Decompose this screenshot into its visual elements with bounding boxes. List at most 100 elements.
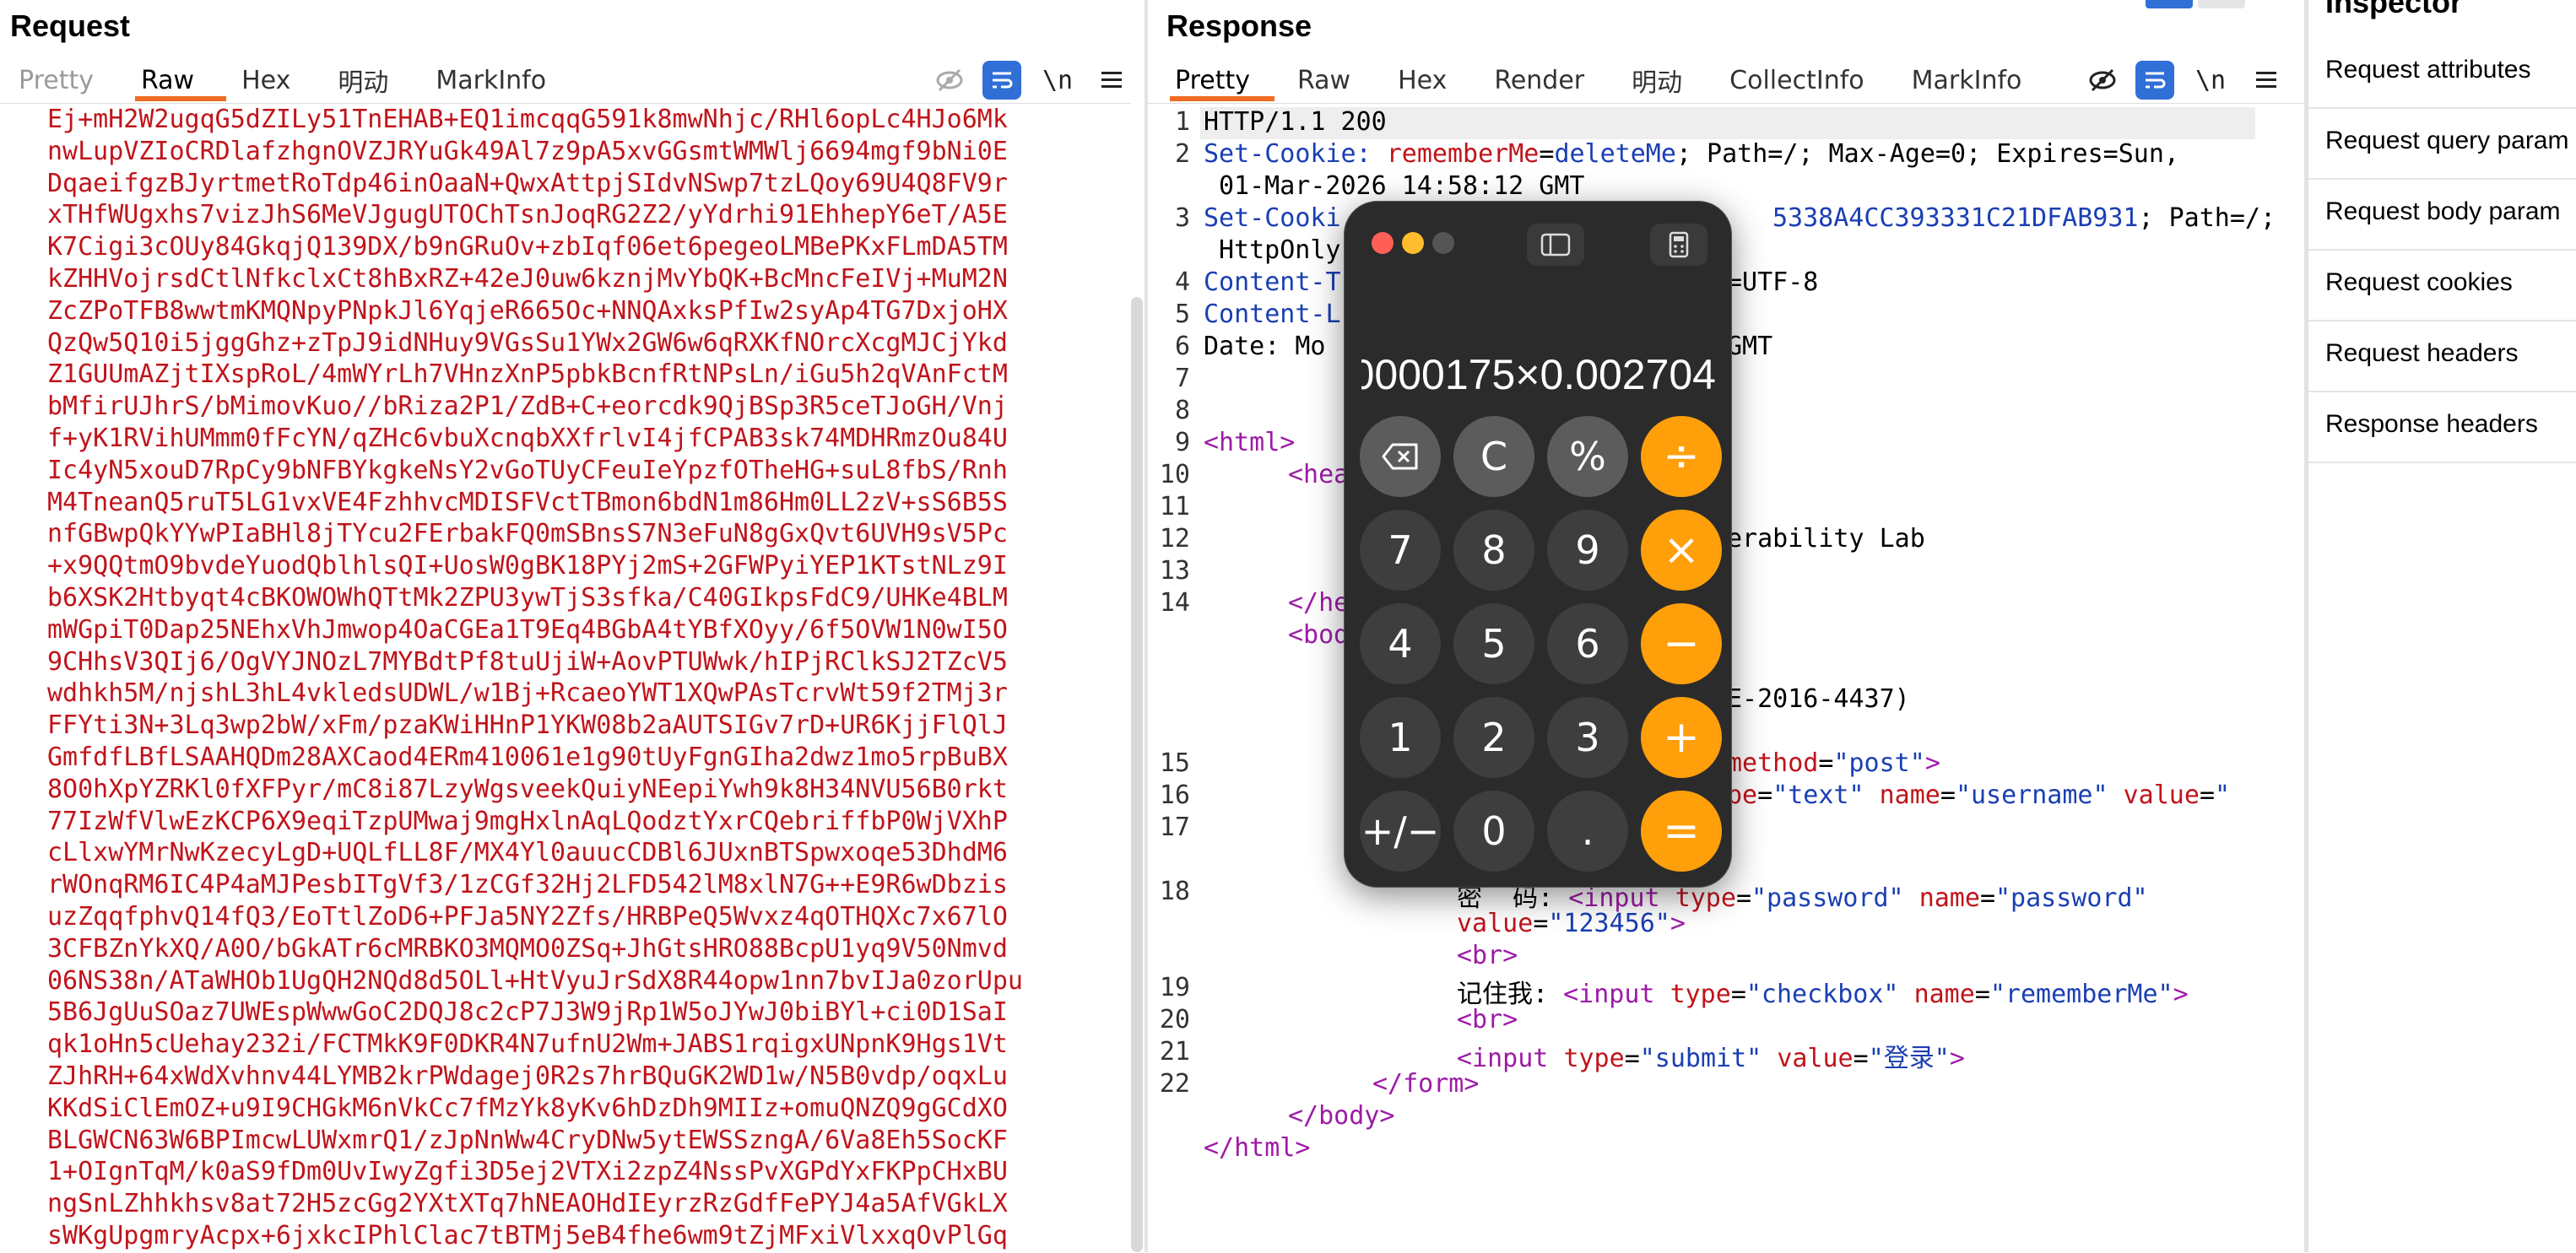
clear-key[interactable]: C	[1453, 416, 1534, 497]
hide-icon[interactable]	[2083, 61, 2122, 100]
request-active-tab-indicator	[135, 96, 226, 101]
code-line: Set-Cookie: rememberMe=deleteMe; Path=/;…	[1204, 139, 2179, 169]
line-number: 16	[1159, 780, 1190, 810]
divide-key[interactable]: ÷	[1641, 416, 1722, 497]
response-tab-pretty[interactable]: Pretty	[1175, 66, 1250, 95]
code-line: 记住我: <input type="checkbox" name="rememb…	[1457, 980, 2189, 1009]
code-line: E-2016-4437)	[1727, 684, 1910, 714]
response-tab-markinfo[interactable]: MarkInfo	[1912, 66, 2022, 95]
line-number: 11	[1159, 492, 1190, 521]
calculator-window[interactable]: 0000175×0.002704 C% ÷ 7 8 9 × 4 5 6− 1 2 3 + +/− 0. =	[1344, 201, 1732, 888]
sign-toggle-key[interactable]: +/−	[1360, 791, 1441, 872]
code-line: value="123456">	[1457, 909, 1686, 938]
line-number: 9	[1174, 428, 1190, 457]
window-controls	[2146, 0, 2287, 8]
response-tabs: Pretty Raw Hex Render 明动 CollectInfo Mar…	[1175, 61, 2069, 100]
line-number: 8	[1174, 396, 1190, 425]
digit-1-key[interactable]: 1	[1360, 697, 1441, 778]
digit-3-key[interactable]: 3	[1547, 697, 1628, 778]
code-line: pe="text" name="username" value="	[1727, 780, 2231, 810]
multiply-key[interactable]: ×	[1641, 510, 1722, 591]
add-key[interactable]: +	[1641, 697, 1722, 778]
code-line: </he	[1288, 588, 1350, 618]
line-number: 1	[1174, 107, 1190, 137]
line-number: 22	[1159, 1069, 1190, 1099]
equals-key[interactable]: =	[1641, 791, 1722, 872]
inspector-item-request-body-params[interactable]: Request body param	[2308, 179, 2576, 251]
digit-2-key[interactable]: 2	[1453, 697, 1534, 778]
code-line: method="post">	[1727, 748, 1940, 778]
digit-4-key[interactable]: 4	[1360, 603, 1441, 684]
inspector-item-request-headers[interactable]: Request headers	[2308, 321, 2576, 392]
request-tab-raw[interactable]: Raw	[141, 66, 194, 95]
code-line: </form>	[1372, 1069, 1480, 1099]
line-number: 14	[1159, 588, 1190, 618]
response-tab-collectinfo[interactable]: CollectInfo	[1729, 66, 1864, 95]
sidebar-toggle-icon[interactable]	[1527, 224, 1584, 266]
backspace-key[interactable]	[1360, 416, 1441, 497]
response-title: Response	[1166, 8, 1312, 43]
menu-icon[interactable]	[2247, 61, 2286, 100]
response-tab-mingdong[interactable]: 明动	[1632, 62, 1682, 99]
inspector-panel: Inspector Request attributes Request que…	[2308, 0, 2576, 1252]
request-editor[interactable]: Ej+mH2W2ugqG5dZILy51TnEHAB+EQ1imcqqG591k…	[0, 103, 1131, 1253]
minimize-button[interactable]	[1402, 232, 1424, 254]
line-number: 7	[1174, 364, 1190, 393]
newline-toggle[interactable]: \n	[2191, 61, 2230, 100]
code-line: GMT	[1727, 332, 1773, 361]
digit-6-key[interactable]: 6	[1547, 603, 1628, 684]
line-number: 5	[1174, 300, 1190, 329]
inspector-item-request-query-params[interactable]: Request query param	[2308, 108, 2576, 180]
code-line: <br>	[1457, 1005, 1518, 1034]
wrap-lines-icon[interactable]	[2135, 61, 2174, 100]
line-number: 17	[1159, 813, 1190, 842]
response-tab-render[interactable]: Render	[1494, 66, 1584, 95]
code-line: </html>	[1204, 1133, 1311, 1163]
layout-button[interactable]	[2198, 0, 2245, 8]
hide-icon[interactable]	[930, 61, 969, 100]
zoom-button[interactable]	[1432, 232, 1454, 254]
request-title: Request	[10, 8, 131, 43]
line-number: 4	[1174, 267, 1190, 297]
inspector-item-request-attributes[interactable]: Request attributes	[2308, 37, 2576, 109]
digit-0-key[interactable]: 0	[1453, 791, 1534, 872]
request-tab-mingdong[interactable]: 明动	[338, 62, 388, 99]
inspector-title: Inspector	[2325, 0, 2463, 19]
code-line: Date: Mo	[1204, 332, 1326, 361]
digit-5-key[interactable]: 5	[1453, 603, 1534, 684]
layout-button[interactable]	[2146, 0, 2193, 8]
close-button[interactable]	[1372, 232, 1394, 254]
subtract-key[interactable]: −	[1641, 603, 1722, 684]
code-line: </body>	[1288, 1101, 1395, 1131]
wrap-lines-icon[interactable]	[982, 61, 1021, 100]
code-line: 5338A4CC393331C21DFAB931; Path=/;	[1772, 203, 2276, 233]
request-tab-hex[interactable]: Hex	[241, 66, 290, 95]
line-number: 3	[1174, 203, 1190, 233]
inspector-item-response-headers[interactable]: Response headers	[2308, 392, 2576, 463]
line-number: 20	[1159, 1005, 1190, 1034]
code-line: <bod	[1288, 620, 1350, 650]
request-tab-markinfo[interactable]: MarkInfo	[436, 66, 546, 95]
menu-icon[interactable]	[1092, 61, 1131, 100]
backspace-icon	[1382, 443, 1418, 470]
inspector-item-request-cookies[interactable]: Request cookies	[2308, 250, 2576, 321]
digit-7-key[interactable]: 7	[1360, 510, 1441, 591]
calculator-mode-icon[interactable]	[1650, 224, 1707, 266]
code-line: <input type="submit" value="登录">	[1457, 1044, 1965, 1073]
code-line: <hea	[1288, 460, 1350, 489]
request-tab-pretty[interactable]: Pretty	[19, 66, 94, 95]
code-line: Set-Cooki	[1204, 203, 1341, 233]
newline-toggle[interactable]: \n	[1038, 61, 1077, 100]
line-number: 6	[1174, 332, 1190, 361]
response-tab-raw[interactable]: Raw	[1297, 66, 1350, 95]
digit-8-key[interactable]: 8	[1453, 510, 1534, 591]
decimal-key[interactable]: .	[1547, 791, 1628, 872]
line-number: 18	[1159, 877, 1190, 906]
percent-key[interactable]: %	[1547, 416, 1628, 497]
digit-9-key[interactable]: 9	[1547, 510, 1628, 591]
line-number: 2	[1174, 139, 1190, 169]
code-line: HTTP/1.1 200	[1204, 107, 1387, 137]
code-line: <br>	[1457, 941, 1518, 970]
response-tab-hex[interactable]: Hex	[1398, 66, 1447, 95]
request-scrollbar[interactable]	[1131, 297, 1143, 1252]
